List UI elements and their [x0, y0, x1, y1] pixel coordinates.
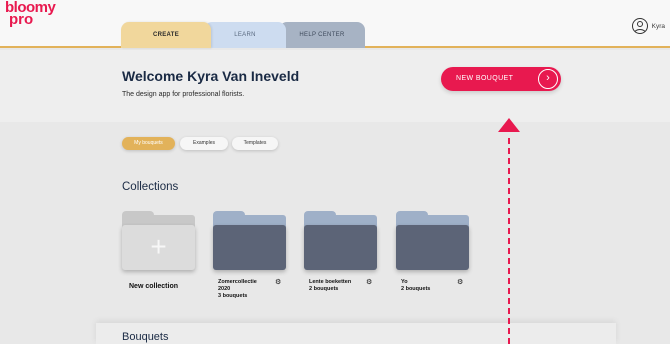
- filter-templates[interactable]: Templates: [232, 137, 278, 150]
- user-icon: [631, 18, 648, 34]
- top-bar: bloomy pro HELP CENTER LEARN CREATE Kyra: [0, 0, 670, 48]
- collection-info[interactable]: Yo 2 bouquets: [401, 279, 453, 293]
- new-collection-folder[interactable]: +: [122, 211, 195, 270]
- tab-create[interactable]: CREATE: [121, 22, 211, 48]
- new-bouquet-button[interactable]: NEW BOUQUET ›: [441, 67, 561, 91]
- annotation-dashed-line: [508, 138, 510, 344]
- page-title: Welcome Kyra Van Ineveld: [122, 68, 300, 84]
- filter-examples[interactable]: Examples: [180, 137, 228, 150]
- bloomy-pro-logo[interactable]: bloomy pro: [5, 0, 56, 27]
- collection-info[interactable]: Zomercollectie 2020 3 bouquets: [218, 279, 266, 300]
- collections-heading: Collections: [122, 181, 179, 193]
- collection-info[interactable]: Lente boeketten 2 bouquets: [309, 279, 365, 293]
- new-collection-label[interactable]: New collection: [129, 279, 189, 294]
- tab-help-center[interactable]: HELP CENTER: [279, 22, 365, 48]
- collection-count: 2 bouquets: [401, 286, 431, 292]
- new-bouquet-label: NEW BOUQUET: [456, 75, 514, 82]
- collection-name: Yo: [401, 279, 408, 285]
- gear-icon[interactable]: ⚙: [275, 278, 281, 286]
- bouquets-heading: Bouquets: [122, 331, 169, 343]
- collection-name: Lente boeketten: [309, 279, 352, 285]
- filter-my-bouquets[interactable]: My bouquets: [122, 137, 175, 150]
- tab-learn[interactable]: LEARN: [204, 22, 286, 48]
- page-subtitle: The design app for professional florists…: [122, 91, 245, 98]
- collection-folder[interactable]: [213, 211, 286, 270]
- collection-folder[interactable]: [396, 211, 469, 270]
- collection-count: 2 bouquets: [309, 286, 339, 292]
- plus-icon: +: [150, 231, 167, 262]
- collection-folder[interactable]: [304, 211, 377, 270]
- collection-count: 3 bouquets: [218, 293, 248, 299]
- user-name: Kyra: [651, 22, 665, 30]
- chevron-right-icon: ›: [538, 69, 558, 89]
- collection-name: Zomercollectie 2020: [218, 279, 257, 292]
- welcome-banner: [0, 50, 670, 122]
- user-menu[interactable]: Kyra: [631, 18, 665, 34]
- gear-icon[interactable]: ⚙: [366, 278, 372, 286]
- gear-icon[interactable]: ⚙: [457, 278, 463, 286]
- bouquets-panel: [96, 323, 616, 344]
- annotation-arrow-icon: [498, 118, 520, 132]
